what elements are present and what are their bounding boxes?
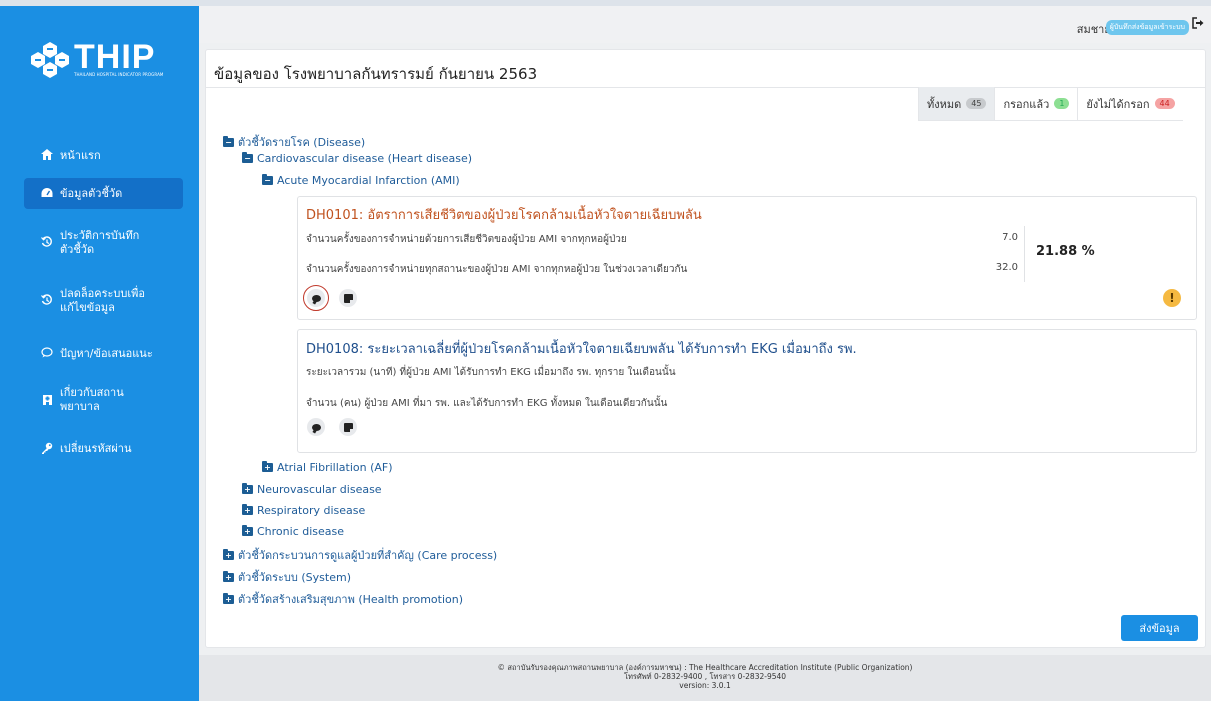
indicator-title[interactable]: DH0108: ระยะเวลาเฉลี่ยที่ผู้ป่วยโรคกล้าม… [306,338,857,359]
tree-node-system[interactable]: + ตัวชี้วัดระบบ (System) [223,568,351,586]
sidebar-item-label: ปลดล็อคระบบเพื่อ แก้ไขข้อมูล [60,287,145,314]
indicator-title[interactable]: DH0101: อัตราการเสียชีวิตของผู้ป่วยโรคกล… [306,204,702,225]
footer: © สถาบันรับรองคุณภาพสถานพยาบาล (องค์การม… [199,655,1211,701]
home-icon [40,149,54,163]
folder-closed-icon: + [223,592,234,604]
tab-filled[interactable]: กรอกแล้ว 1 [994,87,1078,121]
folder-closed-icon: + [223,548,234,560]
tree-node-label: ตัวชี้วัดสร้างเสริมสุขภาพ (Health promot… [238,593,464,606]
note-icon [343,422,353,432]
folder-open-icon: − [262,174,273,185]
tree-node-chronic[interactable]: + Chronic disease [242,525,344,538]
sidebar-item-label: เปลี่ยนรหัสผ่าน [60,442,132,455]
numerator-label: ระยะเวลารวม (นาที) ที่ผู้ป่วย AMI ได้รับ… [306,367,676,378]
role-badge: ผู้บันทึกส่งข้อมูลเข้าระบบ [1105,20,1189,35]
sidebar-item-label: เกี่ยวกับสถาน พยาบาล [60,386,124,413]
tree-node-care-process[interactable]: + ตัวชี้วัดกระบวนการดูแลผู้ป่วยที่สำคัญ … [223,546,497,564]
sidebar-item-change-password[interactable]: เปลี่ยนรหัสผ่าน [24,438,183,460]
tab-label: กรอกแล้ว [1003,97,1050,111]
hospital-icon [40,393,54,408]
tree-node-label: Respiratory disease [257,504,366,517]
folder-closed-icon: + [242,483,253,494]
divider [1024,226,1025,282]
tab-label: ทั้งหมด [927,97,962,111]
denominator-label: จำนวน (คน) ผู้ป่วย AMI ที่มา รพ. และได้ร… [306,398,668,409]
comment-icon [311,294,321,302]
footer-version: version: 3.0.1 [679,681,731,690]
tree-node-label: Acute Myocardial Infarction (AMI) [277,174,460,187]
logo-mark-icon [30,40,70,80]
filter-tabs: ทั้งหมด 45 กรอกแล้ว 1 ยังไม่ได้กรอก 44 [918,87,1183,121]
sidebar-item-label: ข้อมูลตัวชี้วัด [60,186,123,200]
tree-node-respiratory[interactable]: + Respiratory disease [242,504,365,517]
sidebar-item-unlock[interactable]: ปลดล็อคระบบเพื่อ แก้ไขข้อมูล [24,282,183,320]
footer-copyright: © สถาบันรับรองคุณภาพสถานพยาบาล (องค์การม… [497,663,913,672]
comment-icon [311,423,321,431]
tree-node-af[interactable]: + Atrial Fibrillation (AF) [262,461,393,474]
submit-button[interactable]: ส่งข้อมูล [1121,615,1198,641]
sidebar-item-label: ประวัติการบันทึก ตัวชี้วัด [60,229,140,256]
tree-node-label: Atrial Fibrillation (AF) [277,461,393,474]
denominator-value: 32.0 [995,262,1018,273]
tab-all[interactable]: ทั้งหมด 45 [918,87,995,121]
count-badge: 1 [1054,98,1070,109]
topbar: สมชาย ทดสอบ ผู้บันทึกส่งข้อมูลเข้าระบบ [199,0,1211,43]
sidebar-item-label: ปัญหา/ข้อเสนอแนะ [60,347,153,360]
tree-node-cardio[interactable]: − Cardiovascular disease (Heart disease) [242,152,472,165]
numerator-value: 7.0 [1002,232,1018,243]
logo-subtitle: THAILAND HOSPITAL INDICATOR PROGRAM [74,72,164,77]
warning-icon[interactable]: ! [1163,289,1181,307]
sidebar-item-hospital[interactable]: เกี่ยวกับสถาน พยาบาล [24,381,183,419]
page-title: ข้อมูลของ โรงพยาบาลกันทรารมย์ กันยายน 25… [214,65,538,83]
tree-node-disease[interactable]: − ตัวชี้วัดรายโรค (Disease) [223,133,365,151]
folder-closed-icon: + [223,570,234,582]
key-icon [40,442,54,457]
folder-closed-icon: + [262,461,273,472]
logout-icon[interactable] [1192,17,1204,33]
dashboard-icon [40,187,54,201]
tree-node-neuro[interactable]: + Neurovascular disease [242,483,382,496]
tree-node-label: ตัวชี้วัดรายโรค (Disease) [238,136,366,149]
tab-label: ยังไม่ได้กรอก [1086,97,1150,111]
note-button[interactable] [339,418,357,436]
comment-button[interactable] [303,285,329,311]
logo-title: THIP [74,38,156,76]
tree-node-ami[interactable]: − Acute Myocardial Infarction (AMI) [262,174,460,187]
numerator-label: จำนวนครั้งของการจำหน่ายด้วยการเสียชีวิตข… [306,234,627,245]
tree-node-label: ตัวชี้วัดกระบวนการดูแลผู้ป่วยที่สำคัญ (C… [238,549,498,562]
tree-node-label: ตัวชี้วัดระบบ (System) [238,571,351,584]
note-button[interactable] [339,289,357,307]
footer-contact: โทรศัพท์ 0-2832-9400 , โทรสาร 0-2832-954… [623,672,787,681]
tree-node-label: Chronic disease [257,525,345,538]
sidebar-item-label: หน้าแรก [60,149,101,162]
sidebar-item-indicators[interactable]: ข้อมูลตัวชี้วัด [24,178,183,209]
folder-open-icon: − [242,152,253,163]
folder-closed-icon: + [242,504,253,515]
folder-open-icon: − [223,135,234,147]
chat-icon [40,347,54,361]
tree-node-health-promotion[interactable]: + ตัวชี้วัดสร้างเสริมสุขภาพ (Health prom… [223,590,463,608]
sidebar-item-home[interactable]: หน้าแรก [24,142,183,170]
sidebar-item-feedback[interactable]: ปัญหา/ข้อเสนอแนะ [24,344,183,364]
history-icon [40,235,54,251]
comment-button[interactable] [307,418,325,436]
tree-node-label: Cardiovascular disease (Heart disease) [257,152,473,165]
history-icon [40,293,54,309]
count-badge: 44 [1154,98,1175,109]
count-badge: 45 [966,98,987,109]
logo[interactable]: THIP THAILAND HOSPITAL INDICATOR PROGRAM [30,40,180,80]
indicator-result: 21.88 % [1036,244,1095,259]
denominator-label: จำนวนครั้งของการจำหน่ายทุกสถานะของผู้ป่ว… [306,264,688,275]
sidebar: THIP THAILAND HOSPITAL INDICATOR PROGRAM… [0,0,199,701]
tab-unfilled[interactable]: ยังไม่ได้กรอก 44 [1077,87,1183,121]
folder-closed-icon: + [242,525,253,536]
note-icon [343,293,353,303]
tree-node-label: Neurovascular disease [257,483,382,496]
sidebar-item-history[interactable]: ประวัติการบันทึก ตัวชี้วัด [24,224,183,262]
